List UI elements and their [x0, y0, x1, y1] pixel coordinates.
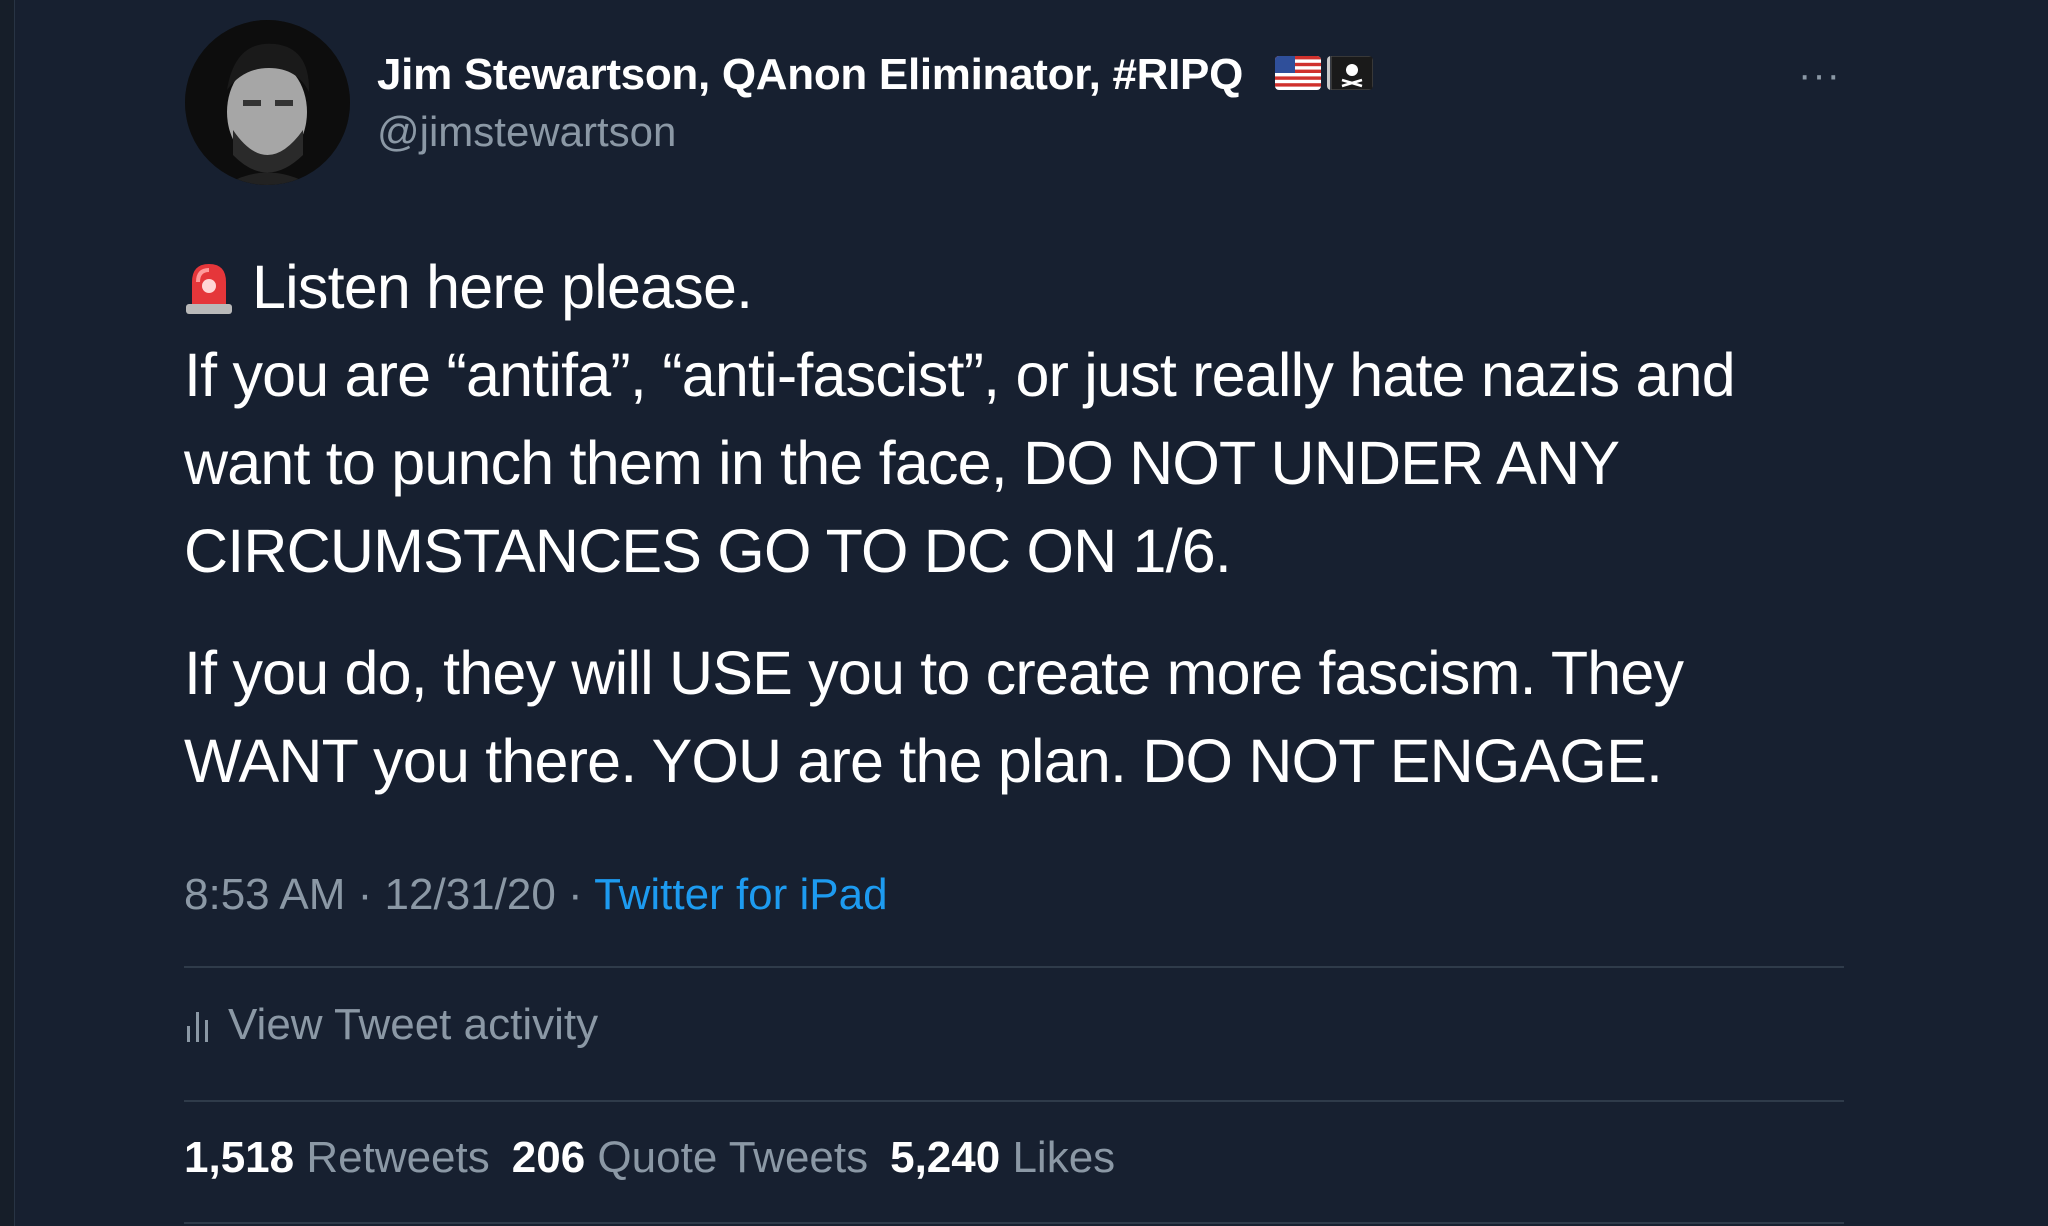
- divider: [184, 1222, 1844, 1224]
- likes-label: Likes: [1012, 1133, 1116, 1182]
- meta-separator: ·: [555, 870, 595, 919]
- more-options-icon[interactable]: ···: [1798, 55, 1841, 95]
- divider: [184, 1100, 1844, 1102]
- avatar-photo: [185, 20, 350, 185]
- view-tweet-activity-label: View Tweet activity: [228, 1000, 599, 1049]
- bar-chart-icon: [187, 1012, 208, 1042]
- quote-tweets-count: 206: [511, 1133, 586, 1182]
- tweet-text-line-4: CIRCUMSTANCES GO TO DC ON 1/6.: [184, 517, 1232, 585]
- tweet-source-link[interactable]: Twitter for iPad: [594, 870, 887, 919]
- tweet-text-line-3: want to punch them in the face, DO NOT U…: [184, 429, 1620, 497]
- pirate-flag-icon: [1327, 56, 1373, 90]
- quote-tweets-label: Quote Tweets: [597, 1133, 869, 1182]
- divider: [184, 966, 1844, 968]
- author-handle[interactable]: @jimstewartson: [377, 108, 676, 156]
- tweet-text-line-1: Listen here please.: [184, 243, 1824, 331]
- likes-stat[interactable]: 5,240 Likes: [890, 1133, 1115, 1182]
- tweet-time[interactable]: 8:53 AM: [184, 870, 345, 919]
- quote-tweets-stat[interactable]: 206 Quote Tweets: [512, 1133, 868, 1182]
- tweet-date[interactable]: 12/31/20: [385, 870, 556, 919]
- tweet-text-line-6: WANT you there. YOU are the plan. DO NOT…: [184, 727, 1663, 795]
- us-flag-icon: [1275, 56, 1321, 90]
- retweets-stat[interactable]: 1,518 Retweets: [184, 1133, 490, 1182]
- view-tweet-activity-button[interactable]: View Tweet activity: [184, 1000, 598, 1050]
- tweet-text-line-5: If you do, they will USE you to create m…: [184, 639, 1684, 707]
- tweet-text-line-2: If you are “antifa”, “anti-fascist”, or …: [184, 341, 1736, 409]
- tweet-text-heading: Listen here please.: [252, 253, 753, 321]
- siren-icon: [186, 264, 232, 314]
- name-badges: [1275, 56, 1373, 94]
- meta-separator: ·: [345, 870, 385, 919]
- retweets-label: Retweets: [306, 1133, 490, 1182]
- tweet-stats: 1,518 Retweets 206 Quote Tweets 5,240 Like…: [184, 1133, 1115, 1183]
- likes-count: 5,240: [890, 1133, 1001, 1182]
- tweet-meta: 8:53 AM · 12/31/20 · Twitter for iPad: [184, 870, 888, 920]
- avatar[interactable]: [185, 20, 350, 185]
- display-name[interactable]: Jim Stewartson, QAnon Eliminator, #RIPQ: [377, 50, 1243, 100]
- retweets-count: 1,518: [184, 1133, 295, 1182]
